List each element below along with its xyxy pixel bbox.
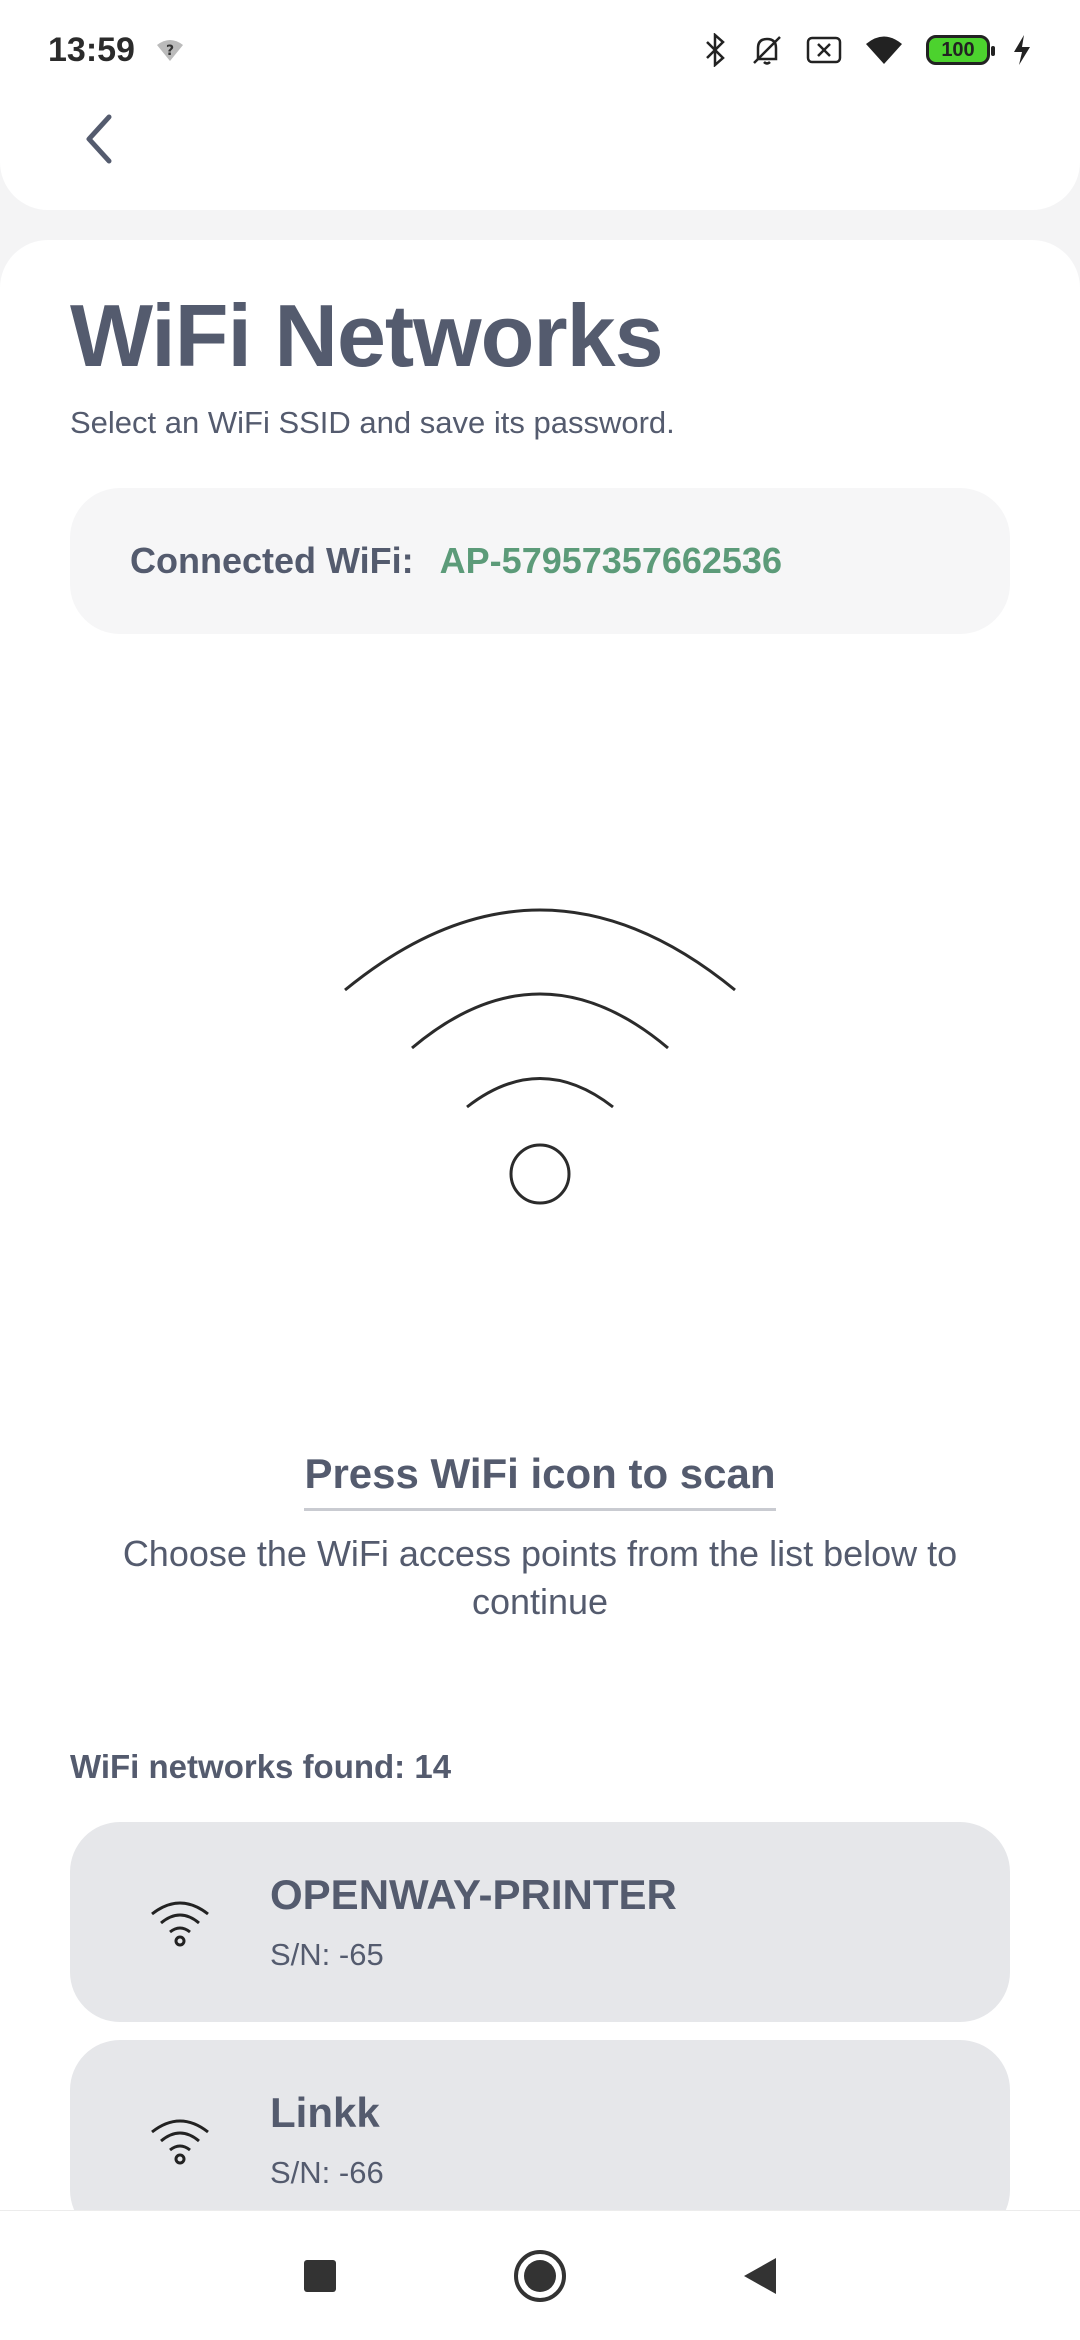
- wifi-icon: [130, 1896, 230, 1948]
- connected-wifi-box: Connected WiFi: AP-57957357662536: [70, 488, 1010, 634]
- system-nav-bar: [0, 2210, 1080, 2340]
- network-signal: S/N: -65: [270, 1937, 384, 1972]
- scan-hint: Choose the WiFi access points from the l…: [122, 1533, 958, 1622]
- page-subtitle: Select an WiFi SSID and save its passwor…: [70, 405, 675, 440]
- wifi-question-icon: ?: [155, 37, 185, 63]
- network-item-openway-printer[interactable]: OPENWAY-PRINTER S/N: -65: [70, 1822, 1010, 2022]
- scan-link-label: Press WiFi icon to scan: [304, 1450, 776, 1511]
- network-name: OPENWAY-PRINTER: [270, 1871, 677, 1918]
- home-button[interactable]: [505, 2241, 575, 2311]
- connected-wifi-ssid: AP-57957357662536: [439, 540, 782, 581]
- network-signal: S/N: -66: [270, 2155, 384, 2190]
- battery-icon: 100: [926, 35, 995, 65]
- back-button[interactable]: [64, 104, 134, 174]
- back-triangle-icon: [744, 2257, 776, 2294]
- charging-icon: [1012, 34, 1032, 66]
- wifi-scan-icon: [344, 908, 736, 1205]
- status-bar: 13:59 ? 100: [0, 0, 1080, 100]
- page-title: WiFi Networks: [70, 286, 664, 385]
- wifi-scan-button[interactable]: [320, 880, 760, 1220]
- home-circle-icon: [514, 2249, 566, 2302]
- recents-square-icon: [304, 2259, 336, 2292]
- networks-found-count: WiFi networks found: 14: [70, 1748, 452, 1785]
- sim-x-icon: [806, 35, 842, 65]
- bell-off-icon: [750, 33, 784, 67]
- network-name: Linkk: [270, 2089, 380, 2136]
- scan-link[interactable]: Press WiFi icon to scan: [0, 1450, 1080, 1511]
- recents-button[interactable]: [285, 2241, 355, 2311]
- connected-wifi-label: Connected WiFi:: [130, 540, 414, 581]
- status-time: 13:59: [48, 30, 135, 69]
- wifi-icon: [130, 2114, 230, 2166]
- system-back-button[interactable]: [725, 2241, 795, 2311]
- svg-text:?: ?: [166, 43, 174, 59]
- battery-level: 100: [941, 38, 975, 61]
- wifi-icon: [864, 35, 904, 65]
- bluetooth-icon: [704, 33, 728, 67]
- chevron-left-icon: [86, 114, 112, 164]
